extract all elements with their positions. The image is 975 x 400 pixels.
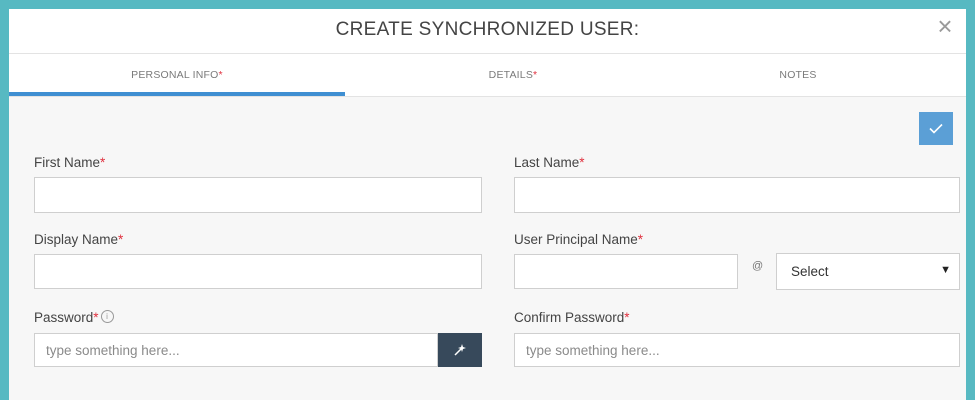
- label-text: First Name: [34, 155, 101, 170]
- display-name-field[interactable]: [34, 254, 482, 289]
- required-marker: *: [579, 155, 585, 170]
- confirm-password-field[interactable]: [514, 333, 960, 367]
- generate-password-button[interactable]: [438, 333, 482, 367]
- required-marker: *: [218, 69, 223, 81]
- tab-label: NOTES: [779, 69, 817, 81]
- label-text: Display Name: [34, 232, 119, 247]
- tab-bar: PERSONAL INFO* DETAILS* NOTES: [9, 54, 966, 97]
- dialog-title: CREATE SYNCHRONIZED USER:: [335, 19, 640, 40]
- required-marker: *: [93, 310, 99, 325]
- tab-notes[interactable]: NOTES: [630, 54, 966, 96]
- label-text: Password: [34, 310, 94, 325]
- domain-select[interactable]: Select ▼: [776, 253, 960, 290]
- label-text: User Principal Name: [514, 232, 638, 247]
- magic-wand-icon: [454, 344, 466, 356]
- close-icon[interactable]: ×: [934, 13, 956, 39]
- label-text: Last Name: [514, 155, 580, 170]
- required-marker: *: [533, 69, 538, 81]
- last-name-field[interactable]: [514, 177, 960, 213]
- first-name-label: First Name*: [34, 155, 105, 170]
- required-marker: *: [624, 310, 630, 325]
- domain-select-value: Select: [791, 264, 829, 279]
- chevron-down-icon: ▼: [940, 264, 951, 276]
- dialog-header: CREATE SYNCHRONIZED USER: ×: [9, 9, 966, 54]
- required-marker: *: [100, 155, 106, 170]
- tab-personal-info[interactable]: PERSONAL INFO*: [9, 54, 345, 96]
- first-name-field[interactable]: [34, 177, 482, 213]
- label-text: Confirm Password: [514, 310, 625, 325]
- password-label: Password* i: [34, 310, 114, 325]
- at-symbol: @: [752, 260, 764, 272]
- confirm-password-label: Confirm Password*: [514, 310, 630, 325]
- required-marker: *: [118, 232, 124, 247]
- submit-button[interactable]: [919, 112, 953, 145]
- info-icon[interactable]: i: [100, 310, 114, 323]
- upn-label: User Principal Name*: [514, 232, 643, 247]
- tab-label: DETAILS: [488, 69, 534, 81]
- display-name-label: Display Name*: [34, 232, 123, 247]
- upn-field[interactable]: [514, 254, 738, 289]
- required-marker: *: [637, 232, 644, 247]
- checkmark-icon: [929, 123, 943, 134]
- password-field[interactable]: [34, 333, 438, 367]
- tab-label: PERSONAL INFO: [131, 69, 219, 81]
- last-name-label: Last Name*: [514, 155, 585, 170]
